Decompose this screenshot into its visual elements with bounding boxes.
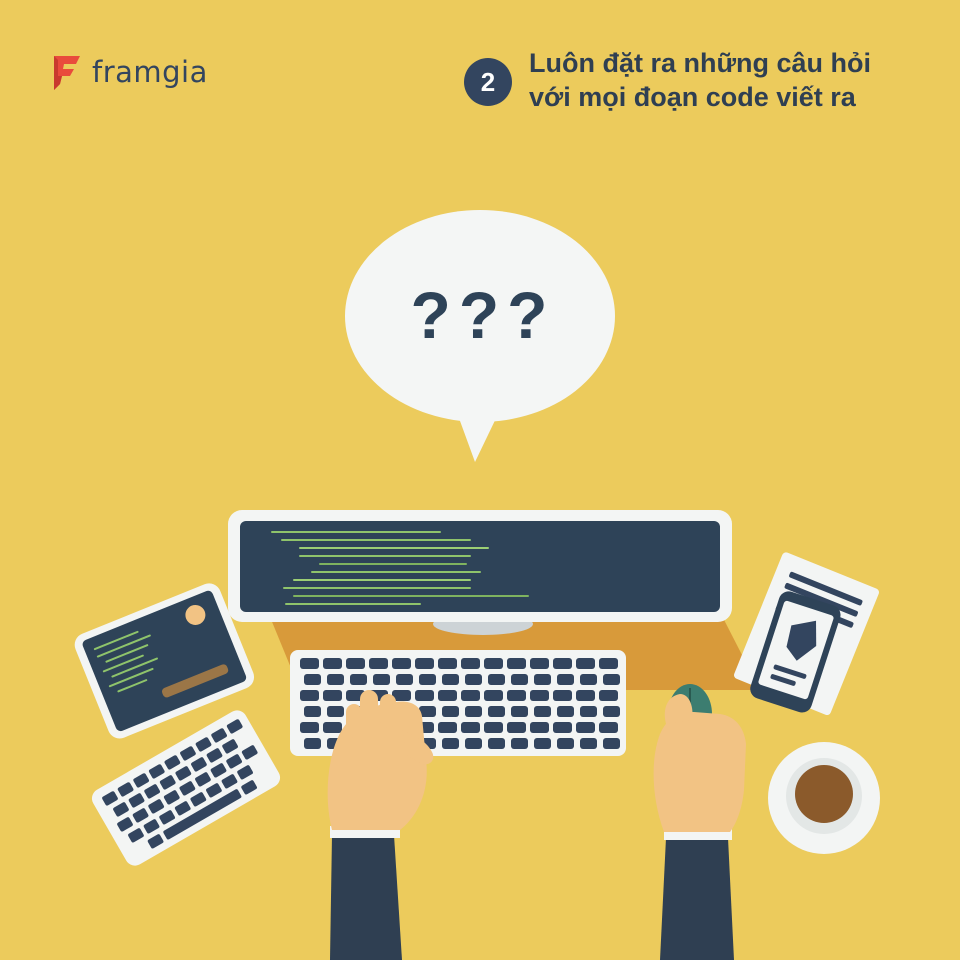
keyboard-key	[511, 706, 528, 717]
keyboard-key	[304, 706, 321, 717]
keyboard-key	[553, 722, 572, 733]
keyboard-key	[465, 738, 482, 749]
keyboard-key	[488, 706, 505, 717]
keyboard-key	[304, 674, 321, 685]
keyboard-key	[603, 706, 620, 717]
keyboard-key	[580, 706, 597, 717]
keyboard-key	[323, 658, 342, 669]
keyboard-key	[323, 690, 342, 701]
keyboard-key	[488, 674, 505, 685]
keyboard-key	[576, 722, 595, 733]
keyboard-key	[465, 674, 482, 685]
desk-illustration	[74, 210, 880, 960]
keyboard-key	[603, 738, 620, 749]
keyboard-key	[557, 674, 574, 685]
keyboard-key	[484, 658, 503, 669]
keyboard-key	[438, 690, 457, 701]
headline-line-2: với mọi đoạn code viết ra	[529, 82, 856, 112]
keyboard-key	[599, 690, 618, 701]
monitor	[228, 510, 732, 622]
framgia-f-logo-icon	[54, 56, 80, 90]
question-marks: ???	[410, 278, 556, 352]
keyboard-key	[534, 738, 551, 749]
keyboard-key	[327, 674, 344, 685]
keyboard-key	[300, 658, 319, 669]
keyboard-key	[557, 738, 574, 749]
keyboard-key	[415, 658, 434, 669]
keyboard-key	[461, 658, 480, 669]
infographic-canvas: framgia 2 Luôn đặt ra những câu hỏi với …	[0, 0, 960, 960]
keyboard-key	[557, 706, 574, 717]
left-arm	[330, 826, 402, 960]
keyboard-key	[461, 690, 480, 701]
coffee-cup	[768, 742, 880, 854]
keyboard-key	[438, 722, 457, 733]
keyboard-key	[530, 690, 549, 701]
keyboard-key	[304, 738, 321, 749]
keyboard-key	[327, 706, 344, 717]
keyboard-key	[603, 674, 620, 685]
keyboard-key	[438, 658, 457, 669]
keyboard-key	[415, 690, 434, 701]
keyboard-key	[580, 738, 597, 749]
keyboard-key	[323, 722, 342, 733]
keyboard-key	[300, 722, 319, 733]
keyboard-key	[511, 738, 528, 749]
keyboard-key	[530, 658, 549, 669]
keyboard-key	[553, 658, 572, 669]
keyboard-key	[369, 658, 388, 669]
brand-logo: framgia	[50, 52, 208, 92]
keyboard-key	[530, 722, 549, 733]
keyboard-key	[507, 658, 526, 669]
keyboard-key	[484, 722, 503, 733]
keyboard-key	[442, 706, 459, 717]
keyboard-key	[553, 690, 572, 701]
brand-name: framgia	[92, 54, 208, 89]
keyboard-key	[511, 674, 528, 685]
keyboard-key	[580, 674, 597, 685]
headline-line-1: Luôn đặt ra những câu hỏi	[529, 48, 872, 78]
right-arm	[660, 828, 734, 960]
keyboard-key	[507, 690, 526, 701]
keyboard-key	[300, 690, 319, 701]
step-number-badge: 2	[464, 58, 512, 106]
keyboard-key	[396, 674, 413, 685]
keyboard-key	[392, 658, 411, 669]
keyboard-key	[442, 674, 459, 685]
keyboard-key	[373, 674, 390, 685]
keyboard-key	[442, 738, 459, 749]
keyboard-key	[576, 690, 595, 701]
keyboard-key	[461, 722, 480, 733]
keyboard-key	[576, 658, 595, 669]
monitor-screen	[240, 521, 720, 612]
right-hand	[653, 694, 746, 832]
keyboard-key	[350, 674, 367, 685]
keyboard-key	[465, 706, 482, 717]
keyboard-key	[534, 706, 551, 717]
keyboard-key	[419, 674, 436, 685]
keyboard-key	[599, 722, 618, 733]
keyboard-key	[534, 674, 551, 685]
keyboard-key	[484, 690, 503, 701]
headline: Luôn đặt ra những câu hỏi với mọi đoạn c…	[529, 46, 929, 114]
keyboard-key	[346, 658, 365, 669]
keyboard-key	[599, 658, 618, 669]
keyboard-key	[507, 722, 526, 733]
keyboard-key	[488, 738, 505, 749]
